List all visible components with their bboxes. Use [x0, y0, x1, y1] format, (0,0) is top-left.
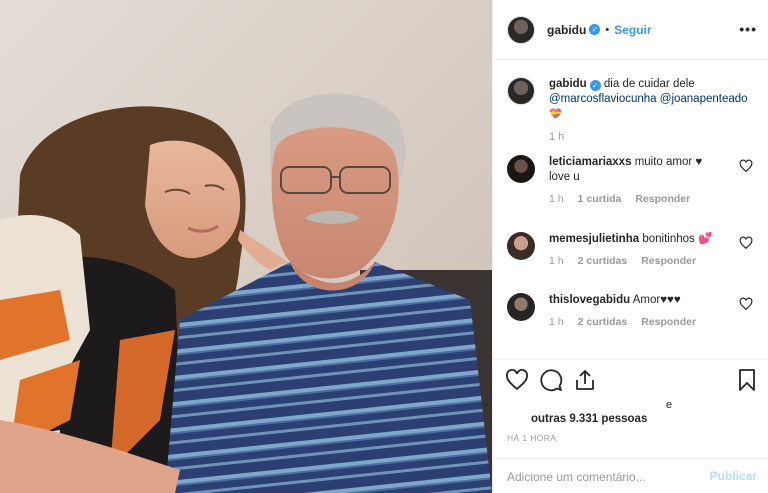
bookmark-icon[interactable]: [735, 368, 759, 392]
caption-time: 1 h: [549, 131, 565, 143]
avatar[interactable]: [507, 15, 535, 44]
comment-likes-link[interactable]: 2 curtidas: [578, 255, 628, 267]
comment-avatar[interactable]: [507, 293, 535, 321]
comment-meta: 1 h 1 curtida Responder: [549, 193, 757, 205]
comment-text: thislovegabidu Amor♥♥♥: [549, 293, 719, 308]
comment-text: memesjulietinha bonitinhos 💕: [549, 232, 719, 247]
comment-username[interactable]: leticiamariaxxs: [549, 156, 631, 168]
post-timestamp[interactable]: HÁ 1 HORA: [507, 433, 556, 443]
comment-likes-link[interactable]: 1 curtida: [578, 193, 622, 205]
comments-list[interactable]: gabidu ✓ dia de cuidar dele @marcosflavio…: [493, 61, 768, 359]
comment-time: 1 h: [549, 316, 564, 328]
comment-text: leticiamariaxxs muito amor ♥ love u: [549, 155, 719, 185]
header-username[interactable]: gabidu: [547, 23, 586, 37]
heart-icon[interactable]: [739, 236, 753, 250]
caption-username[interactable]: gabidu: [549, 78, 587, 90]
separator-dot: •: [605, 23, 610, 36]
comment-body: Amor♥♥♥: [632, 294, 681, 306]
comment-time: 1 h: [549, 255, 564, 267]
caption-text: gabidu ✓ dia de cuidar dele @marcosflavio…: [549, 77, 757, 122]
photo-illustration: [0, 0, 492, 493]
comment-likes-link[interactable]: 2 curtidas: [578, 316, 628, 328]
comment-time: 1 h: [549, 193, 564, 205]
heart-icon[interactable]: [505, 368, 529, 392]
action-icons: [505, 368, 597, 392]
post-side-panel: gabidu ✓ • Seguir ••• gabidu ✓ dia de cui…: [492, 0, 768, 493]
verified-badge-icon: ✓: [589, 24, 601, 35]
comment-username[interactable]: memesjulietinha: [549, 233, 639, 245]
mention-link[interactable]: @joanapenteado: [660, 93, 748, 105]
reply-button[interactable]: Responder: [641, 255, 696, 267]
comment-icon[interactable]: [539, 368, 563, 392]
comment-body: bonitinhos 💕: [642, 233, 713, 245]
caption: gabidu ✓ dia de cuidar dele @marcosflavio…: [507, 77, 757, 143]
heart-icon[interactable]: [739, 159, 753, 173]
reply-button[interactable]: Responder: [641, 316, 696, 328]
caption-avatar[interactable]: [507, 77, 535, 105]
comment-item: leticiamariaxxs muito amor ♥ love u 1 h …: [507, 155, 757, 205]
likes-count-link[interactable]: outras 9.331 pessoas: [531, 413, 647, 425]
share-icon[interactable]: [573, 368, 597, 392]
more-options-icon[interactable]: •••: [739, 21, 757, 37]
comment-input[interactable]: [507, 468, 697, 486]
post-header: gabidu ✓ • Seguir •••: [493, 0, 768, 60]
caption-body: dia de cuidar dele: [603, 78, 695, 90]
comment-meta: 1 h 2 curtidas Responder: [549, 255, 757, 267]
heart-emoji-icon: 💝: [549, 109, 562, 120]
follow-button[interactable]: Seguir: [614, 23, 651, 37]
add-comment-bar: Publicar: [493, 458, 768, 493]
likes-prefix: e: [666, 399, 673, 411]
comment-avatar[interactable]: [507, 232, 535, 260]
comment-meta: 1 h 2 curtidas Responder: [549, 316, 757, 328]
publish-button[interactable]: Publicar: [710, 469, 757, 483]
mention-link[interactable]: @marcosflaviocunha: [549, 93, 657, 105]
heart-icon[interactable]: [739, 297, 753, 311]
reply-button[interactable]: Responder: [635, 193, 690, 205]
verified-badge-icon: ✓: [589, 80, 601, 91]
comment-item: memesjulietinha bonitinhos 💕 1 h 2 curti…: [507, 232, 757, 267]
post-actions: e outras 9.331 pessoas HÁ 1 HORA Publica…: [493, 359, 768, 493]
comment-item: thislovegabidu Amor♥♥♥ 1 h 2 curtidas Re…: [507, 293, 757, 328]
comment-avatar[interactable]: [507, 155, 535, 183]
post-photo[interactable]: [0, 0, 492, 493]
comment-username[interactable]: thislovegabidu: [549, 294, 630, 306]
